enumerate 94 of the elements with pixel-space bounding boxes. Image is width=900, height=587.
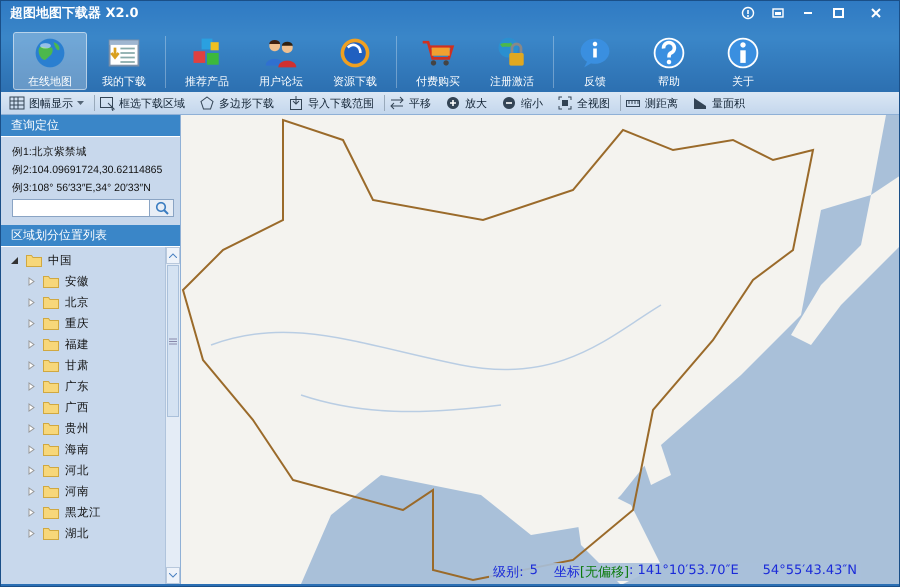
tree-item[interactable]: 湖北	[65, 526, 89, 541]
folder-icon	[43, 506, 59, 519]
collapsed-arrow-icon[interactable]	[28, 508, 35, 517]
collapsed-arrow-icon[interactable]	[28, 298, 35, 307]
search-icon	[154, 201, 168, 215]
map-tool-button[interactable]: 量面积	[688, 92, 755, 114]
collapsed-arrow-icon[interactable]	[28, 529, 35, 538]
coordinate-label: 坐标	[554, 564, 580, 581]
import-icon	[288, 95, 304, 111]
tree-item[interactable]: 北京	[65, 295, 89, 310]
folder-icon	[43, 359, 59, 372]
example-text: 例3:108° 56′33″E,34° 20′33″N	[12, 181, 152, 196]
longitude-text: : 141°10′53.70″E	[629, 563, 739, 580]
collapsed-arrow-icon[interactable]	[28, 361, 35, 370]
info-icon	[741, 6, 755, 20]
window-title: 超图地图下载器 X2.0	[10, 5, 140, 22]
map-tool-button[interactable]: 测距离	[621, 92, 688, 114]
folder-icon	[43, 485, 59, 498]
collapsed-arrow-icon[interactable]	[28, 277, 35, 286]
folder-icon	[43, 296, 59, 309]
folder-icon	[26, 254, 42, 267]
folder-icon	[43, 464, 59, 477]
zoom-in-icon	[445, 95, 461, 111]
folder-icon	[43, 401, 59, 414]
collapsed-arrow-icon[interactable]	[28, 382, 35, 391]
map-tool-button[interactable]: 框选下载区域	[95, 92, 195, 114]
toolbar-button[interactable]: 我的下载	[87, 32, 161, 90]
folder-icon	[43, 317, 59, 330]
toolbar-button[interactable]: 用户论坛	[244, 32, 318, 90]
offset-tag: [无偏移]	[580, 563, 630, 581]
example-text: 例1:北京紫禁城	[12, 145, 88, 160]
search-field[interactable]	[12, 199, 174, 217]
map-tool-button[interactable]: 图幅显示	[5, 92, 94, 114]
search-button[interactable]	[149, 200, 173, 216]
full-view-icon	[557, 95, 573, 111]
scroll-down-icon	[169, 573, 177, 578]
minimize-icon	[804, 12, 812, 14]
map-tool-button[interactable]: 放大	[441, 92, 497, 114]
folder-icon	[43, 380, 59, 393]
folder-icon	[43, 338, 59, 351]
expanded-arrow-icon[interactable]	[11, 257, 18, 264]
tree-item[interactable]: 重庆	[65, 316, 89, 331]
tree-item[interactable]: 河北	[65, 463, 89, 478]
grid-icon	[9, 95, 25, 111]
map-tool-button[interactable]: 缩小	[497, 92, 553, 114]
toolbar-button[interactable]: 反馈	[558, 32, 632, 90]
tree-item[interactable]: 福建	[65, 337, 89, 352]
toolbar-button[interactable]: 推荐产品	[170, 32, 244, 90]
map-tool-button[interactable]: 多边形下载	[195, 92, 284, 114]
zoom-out-icon	[501, 95, 517, 111]
toolbar-button[interactable]: 付费购买	[401, 32, 475, 90]
toolbar-button[interactable]: 注册激活	[475, 32, 549, 90]
collapsed-arrow-icon[interactable]	[28, 487, 35, 496]
collapsed-arrow-icon[interactable]	[28, 466, 35, 475]
tree-item[interactable]: 贵州	[65, 421, 89, 436]
map-tool-button[interactable]: 平移	[385, 92, 441, 114]
tree-item[interactable]: 中国	[48, 253, 72, 268]
scrollbar[interactable]	[165, 247, 180, 584]
tree-item[interactable]: 甘肃	[65, 358, 89, 373]
folder-icon	[43, 422, 59, 435]
toolbar-button[interactable]: 资源下载	[318, 32, 392, 90]
folder-icon	[43, 443, 59, 456]
collapsed-arrow-icon[interactable]	[28, 403, 35, 412]
tree-item[interactable]: 海南	[65, 442, 89, 457]
tree-item[interactable]: 广东	[65, 379, 89, 394]
pentagon-icon	[199, 95, 215, 111]
maximize-icon	[831, 6, 845, 20]
collapsed-arrow-icon[interactable]	[28, 340, 35, 349]
tree-item[interactable]: 黑龙江	[65, 505, 101, 520]
zoom-level-value: 5	[530, 563, 538, 580]
zoom-level-label: 级别:	[493, 564, 524, 581]
toolbar-button[interactable]: 关于	[706, 32, 780, 90]
panel-header: 查询定位	[1, 115, 180, 137]
tree-item[interactable]: 安徽	[65, 274, 89, 289]
restore-icon	[771, 6, 785, 20]
latitude-text: 54°55′43.43″N	[762, 563, 857, 580]
collapsed-arrow-icon[interactable]	[28, 445, 35, 454]
tree-item[interactable]: 河南	[65, 484, 89, 499]
collapsed-arrow-icon[interactable]	[28, 424, 35, 433]
area-icon	[692, 95, 708, 111]
map-tool-button[interactable]: 导入下载范围	[284, 92, 384, 114]
grip-icon	[169, 338, 177, 344]
collapsed-arrow-icon[interactable]	[28, 319, 35, 328]
toolbar-button[interactable]: 帮助	[632, 32, 706, 90]
pan-arrows-icon	[389, 95, 405, 111]
example-text: 例2:104.09691724,30.62114865	[12, 163, 164, 178]
folder-icon	[43, 527, 59, 540]
scroll-up-icon	[169, 253, 177, 258]
tree-item[interactable]: 广西	[65, 400, 89, 415]
folder-icon	[43, 275, 59, 288]
map-tool-button[interactable]: 全视图	[553, 92, 620, 114]
select-box-icon	[99, 95, 115, 111]
close-icon	[869, 6, 883, 20]
panel-header: 区域划分位置列表	[1, 225, 180, 247]
